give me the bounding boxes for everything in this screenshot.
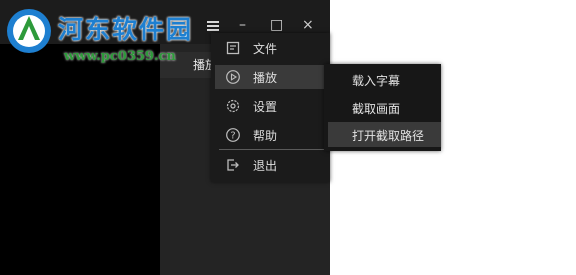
menu-item-help[interactable]: ? 帮助	[215, 123, 324, 147]
menu-separator	[219, 149, 326, 150]
watermark-logo-icon	[7, 9, 51, 53]
menu-item-play[interactable]: 播放	[215, 65, 324, 89]
close-button[interactable]: ×	[302, 18, 314, 32]
video-area[interactable]	[0, 44, 160, 275]
submenu-item-open-capture-path[interactable]: 打开截取路径	[328, 122, 441, 147]
submenu-item-label: 载入字幕	[352, 74, 401, 88]
menu-item-exit[interactable]: 退出	[215, 153, 324, 177]
menu-item-label: 播放	[253, 71, 278, 85]
menu-item-label: 文件	[253, 42, 278, 56]
watermark-title: 河东软件园	[58, 15, 194, 44]
submenu-item-label: 截取画面	[352, 102, 401, 116]
menu-item-file[interactable]: 文件	[215, 36, 324, 60]
main-menu-icon[interactable]	[207, 21, 219, 31]
menu-item-label: 设置	[253, 100, 278, 114]
exit-icon	[227, 159, 239, 171]
submenu-item-load-subtitle[interactable]: 载入字幕	[328, 67, 441, 92]
menu-item-label: 退出	[253, 159, 278, 173]
submenu-item-label: 打开截取路径	[352, 129, 425, 143]
help-icon: ?	[226, 128, 240, 142]
svg-text:?: ?	[230, 131, 235, 142]
minimize-button[interactable]: –	[239, 18, 246, 32]
play-icon	[226, 70, 240, 84]
play-submenu: 载入字幕 截取画面 打开截取路径	[324, 64, 441, 151]
submenu-item-capture-frame[interactable]: 截取画面	[328, 95, 441, 120]
maximize-button[interactable]: □	[270, 18, 283, 32]
main-menu: 文件 播放 设置 ? 帮助 退出	[211, 33, 330, 182]
menu-item-label: 帮助	[253, 129, 278, 143]
menu-item-settings[interactable]: 设置	[215, 94, 324, 118]
file-icon	[226, 41, 240, 55]
gear-icon	[226, 99, 240, 113]
watermark-url: www.pc0359.cn	[64, 49, 176, 64]
